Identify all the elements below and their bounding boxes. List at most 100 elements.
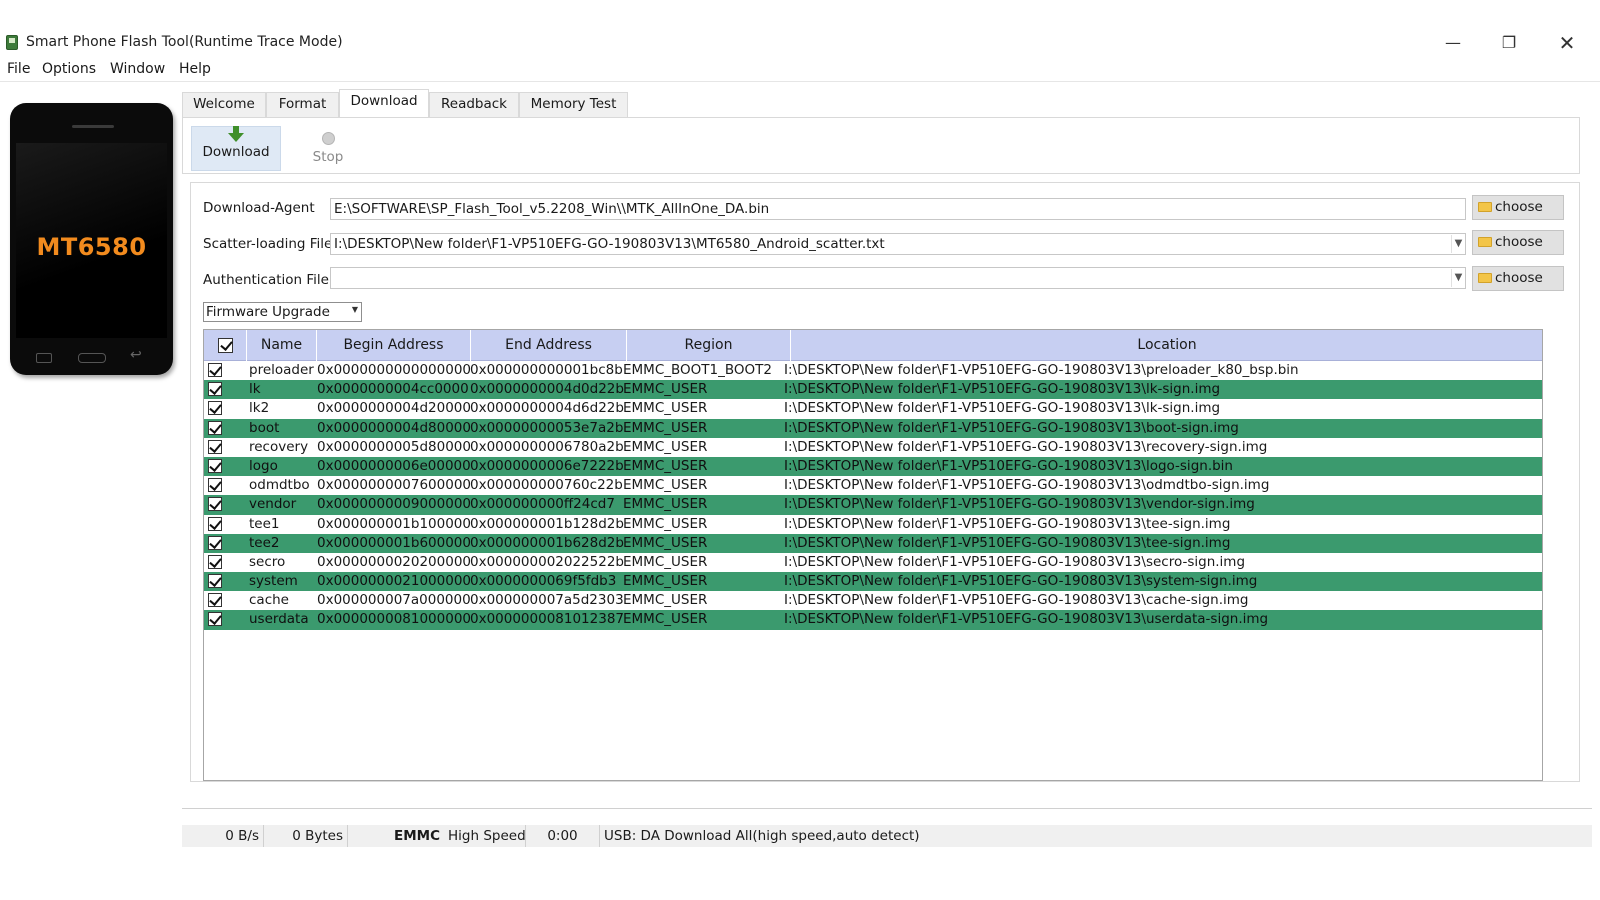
cell-location: I:\DESKTOP\New folder\F1-VP510EFG-GO-190… xyxy=(784,477,1270,494)
row-checkbox[interactable] xyxy=(208,574,222,589)
cell-region: EMMC_USER xyxy=(623,400,708,417)
cell-location: I:\DESKTOP\New folder\F1-VP510EFG-GO-190… xyxy=(784,611,1269,628)
cell-begin-address: 0x000000001b100000 xyxy=(317,515,471,532)
cell-location: I:\DESKTOP\New folder\F1-VP510EFG-GO-190… xyxy=(784,381,1221,398)
table-row[interactable]: secro 0x0000000020200000 0x000000002022522… xyxy=(204,553,1542,572)
menu-window[interactable]: Window xyxy=(110,61,165,77)
auth-dropdown-arrow-icon[interactable]: ▼ xyxy=(1451,269,1465,287)
cell-begin-address: 0x000000007a000000 xyxy=(317,592,471,609)
table-row[interactable]: tee2 0x000000001b600000 0x000000001b628d2b… xyxy=(204,533,1542,553)
table-row[interactable]: system 0x0000000021000000 0x0000000069f5fd… xyxy=(204,572,1542,592)
row-checkbox[interactable] xyxy=(208,382,222,397)
menu-file[interactable]: File xyxy=(7,61,30,77)
cell-location: I:\DESKTOP\New folder\F1-VP510EFG-GO-190… xyxy=(784,534,1231,551)
table-row[interactable]: lk2 0x0000000004d20000 0x0000000004d6d22b E… xyxy=(204,399,1542,418)
download-button-label: Download xyxy=(202,144,270,160)
cell-end-address: 0x0000000069f5fdb3 xyxy=(470,573,617,590)
column-header-region[interactable]: Region xyxy=(627,330,791,361)
tab-readback[interactable]: Readback xyxy=(429,92,519,117)
cell-name: recovery xyxy=(249,438,309,455)
choose-label: choose xyxy=(1495,270,1543,286)
row-checkbox[interactable] xyxy=(208,535,222,550)
row-checkbox[interactable] xyxy=(208,458,222,473)
table-header: Name Begin Address End Address Region Lo… xyxy=(204,330,1542,361)
stop-button[interactable]: Stop xyxy=(283,126,373,171)
status-time: 0:00 xyxy=(526,825,600,847)
scatter-file-field[interactable]: I:\DESKTOP\New folder\F1-VP510EFG-GO-190… xyxy=(330,233,1466,255)
row-checkbox[interactable] xyxy=(208,554,222,569)
cell-end-address: 0x0000000006e7222b xyxy=(470,457,624,474)
choose-label: choose xyxy=(1495,199,1543,215)
row-checkbox[interactable] xyxy=(208,516,222,531)
choose-auth-button[interactable]: choose xyxy=(1472,266,1564,291)
table-row[interactable]: odmdtbo 0x0000000007600000 0x000000000760c… xyxy=(204,476,1542,495)
table-row[interactable]: vendor 0x0000000009000000 0x000000000ff24c… xyxy=(204,495,1542,515)
cell-location: I:\DESKTOP\New folder\F1-VP510EFG-GO-190… xyxy=(784,515,1231,532)
row-checkbox[interactable] xyxy=(208,478,222,493)
select-all-checkbox[interactable] xyxy=(218,338,233,353)
auth-file-field[interactable] xyxy=(330,267,1466,289)
row-checkbox[interactable] xyxy=(208,593,222,608)
cell-name: cache xyxy=(249,592,289,609)
cell-location: I:\DESKTOP\New folder\F1-VP510EFG-GO-190… xyxy=(784,419,1239,436)
tab-format[interactable]: Format xyxy=(266,92,339,117)
status-mode: High Speed xyxy=(444,825,526,847)
status-speed: 0 B/s xyxy=(182,825,264,847)
table-row[interactable]: tee1 0x000000001b100000 0x000000001b128d2b… xyxy=(204,515,1542,534)
mode-select[interactable]: Firmware Upgrade ▼ xyxy=(203,302,362,322)
toolbar: Download Stop xyxy=(182,117,1580,174)
column-header-location[interactable]: Location xyxy=(791,330,1542,361)
tab-welcome[interactable]: Welcome xyxy=(182,92,266,117)
cell-begin-address: 0x0000000081000000 xyxy=(317,611,471,628)
tab-download[interactable]: Download xyxy=(339,89,429,117)
title-bar: Smart Phone Flash Tool(Runtime Trace Mod… xyxy=(0,28,1600,56)
menu-bar: File Options Window Help xyxy=(0,58,1600,82)
table-row[interactable]: lk 0x0000000004cc0000 0x0000000004d0d22b EM… xyxy=(204,380,1542,400)
row-checkbox[interactable] xyxy=(208,439,222,454)
cell-location: I:\DESKTOP\New folder\F1-VP510EFG-GO-190… xyxy=(784,573,1258,590)
minimize-button[interactable]: — xyxy=(1430,30,1476,56)
cell-name: userdata xyxy=(249,611,309,628)
table-row[interactable]: logo 0x0000000006e00000 0x0000000006e7222b… xyxy=(204,456,1542,477)
menu-options[interactable]: Options xyxy=(42,61,96,77)
folder-icon xyxy=(1478,237,1492,247)
cell-region: EMMC_USER xyxy=(623,515,708,532)
row-checkbox[interactable] xyxy=(208,401,222,416)
cell-region: EMMC_USER xyxy=(623,592,708,609)
cell-end-address: 0x000000000760c22b xyxy=(470,477,623,494)
row-checkbox[interactable] xyxy=(208,363,222,377)
cell-begin-address: 0x0000000009000000 xyxy=(317,496,471,513)
scatter-dropdown-arrow-icon[interactable]: ▼ xyxy=(1451,235,1465,253)
download-arrow-icon xyxy=(228,126,244,142)
column-header-begin-address[interactable]: Begin Address xyxy=(317,330,471,361)
column-header-end-address[interactable]: End Address xyxy=(471,330,627,361)
table-row[interactable]: boot 0x0000000004d80000 0x00000000053e7a2b… xyxy=(204,418,1542,438)
phone-image: MT6580 ↩ xyxy=(10,103,173,375)
row-checkbox[interactable] xyxy=(208,497,222,512)
choose-download-agent-button[interactable]: choose xyxy=(1472,195,1564,220)
folder-icon xyxy=(1478,202,1492,212)
menu-help[interactable]: Help xyxy=(179,61,211,77)
tab-memory-test[interactable]: Memory Test xyxy=(519,92,628,117)
column-header-name[interactable]: Name xyxy=(247,330,317,361)
table-row[interactable]: preloader 0x0000000000000000 0x00000000000… xyxy=(204,361,1542,380)
choose-scatter-button[interactable]: choose xyxy=(1472,230,1564,255)
cell-name: logo xyxy=(249,457,278,474)
download-agent-field[interactable]: E:\SOFTWARE\SP_Flash_Tool_v5.2208_Win\\M… xyxy=(330,198,1466,220)
table-row[interactable]: recovery 0x0000000005d80000 0x000000000678… xyxy=(204,438,1542,457)
back-key-icon: ↩ xyxy=(130,347,142,363)
download-button[interactable]: Download xyxy=(191,126,281,171)
close-button[interactable]: ✕ xyxy=(1544,30,1590,56)
table-row[interactable]: cache 0x000000007a000000 0x000000007a5d230… xyxy=(204,591,1542,610)
maximize-button[interactable]: ❐ xyxy=(1486,30,1532,56)
row-checkbox[interactable] xyxy=(208,420,222,435)
cell-location: I:\DESKTOP\New folder\F1-VP510EFG-GO-190… xyxy=(784,457,1233,474)
cell-location: I:\DESKTOP\New folder\F1-VP510EFG-GO-190… xyxy=(784,362,1299,378)
row-checkbox[interactable] xyxy=(208,612,222,627)
menu-key-icon xyxy=(36,353,52,363)
table-row[interactable]: userdata 0x0000000081000000 0x000000008101… xyxy=(204,610,1542,630)
cell-name: lk2 xyxy=(249,400,270,417)
cell-name: lk xyxy=(249,381,261,398)
cell-begin-address: 0x000000001b600000 xyxy=(317,534,471,551)
cell-region: EMMC_USER xyxy=(623,534,708,551)
